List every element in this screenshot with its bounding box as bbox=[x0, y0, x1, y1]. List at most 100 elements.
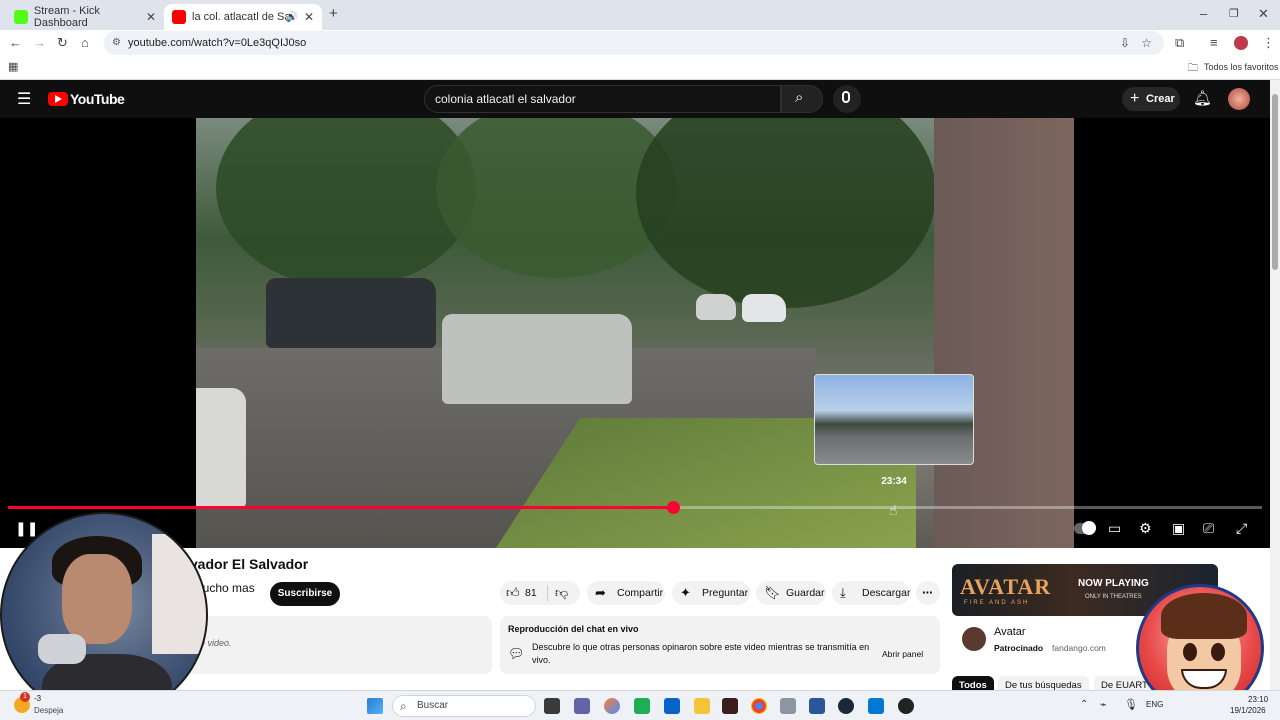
address-bar[interactable]: ⚙ youtube.com/watch?v=0Le3qQIJ0so ⇩ ☆ bbox=[104, 31, 1164, 55]
open-chat-panel-button[interactable]: Abrir panel bbox=[882, 649, 923, 659]
new-tab-icon[interactable]: + bbox=[329, 0, 338, 28]
copilot-icon[interactable] bbox=[604, 698, 620, 714]
minimize-window-icon[interactable]: – bbox=[1200, 0, 1207, 28]
windows-start-icon[interactable] bbox=[367, 698, 383, 714]
youtube-logo-icon[interactable] bbox=[48, 92, 68, 106]
install-app-icon[interactable]: ⇩ bbox=[1120, 31, 1130, 55]
progress-scrubber-handle[interactable] bbox=[666, 501, 680, 514]
browser-menu-icon[interactable]: ⋮ bbox=[1262, 30, 1275, 56]
forward-icon[interactable]: → bbox=[33, 30, 46, 56]
clock-date[interactable]: 19/1/2026 bbox=[1230, 706, 1266, 715]
restore-window-icon[interactable]: ❐ bbox=[1229, 0, 1239, 28]
download-button[interactable]: ⤓ Descargar bbox=[832, 581, 910, 605]
steam-icon[interactable] bbox=[838, 698, 854, 714]
ad-name[interactable]: Avatar bbox=[994, 626, 1026, 638]
create-button[interactable]: + Crear bbox=[1122, 87, 1180, 111]
share-button[interactable]: ➦ Compartir bbox=[587, 581, 665, 605]
reading-list-icon[interactable]: ≡ bbox=[1210, 30, 1218, 56]
back-icon[interactable]: ← bbox=[9, 30, 22, 56]
clock-time[interactable]: 23:10 bbox=[1248, 695, 1268, 704]
cast-icon[interactable]: ⎚ bbox=[1203, 519, 1214, 537]
network-icon[interactable]: ⌁ bbox=[1100, 698, 1107, 711]
subtitles-icon[interactable]: ▭ bbox=[1108, 519, 1121, 537]
all-bookmarks-link[interactable]: Todos los favoritos bbox=[1204, 62, 1279, 72]
search-button[interactable]: ⌕ bbox=[781, 85, 823, 113]
tab-youtube-video[interactable]: la col. atlacatl de San Salva 🔊 ✕ bbox=[164, 4, 322, 30]
ask-button[interactable]: ✦ Preguntar bbox=[672, 581, 750, 605]
subscribe-button[interactable]: Suscribirse bbox=[270, 582, 340, 606]
apps-grid-icon[interactable]: ▦ bbox=[8, 56, 18, 78]
page-scrollbar[interactable] bbox=[1270, 80, 1280, 690]
video-frame[interactable] bbox=[196, 118, 1074, 548]
share-label: Compartir bbox=[617, 587, 664, 599]
media-app-icon[interactable] bbox=[722, 698, 738, 714]
microphone-icon bbox=[842, 91, 850, 103]
tray-overflow-icon[interactable]: ⌃ bbox=[1080, 699, 1088, 710]
tab-title: la col. atlacatl de San Salva bbox=[192, 11, 292, 23]
camera-icon[interactable] bbox=[780, 698, 796, 714]
description-box[interactable]: e video. bbox=[186, 616, 492, 674]
distant-car bbox=[742, 294, 786, 322]
divider bbox=[547, 585, 548, 601]
close-tab-icon[interactable]: ✕ bbox=[304, 10, 314, 24]
settings-gear-icon[interactable]: ⚙ bbox=[1139, 519, 1152, 537]
more-actions-button[interactable]: ⋯ bbox=[916, 581, 940, 605]
word-icon[interactable] bbox=[809, 698, 825, 714]
reload-icon[interactable]: ↻ bbox=[57, 30, 68, 56]
folder-icon: 🗀 bbox=[1188, 63, 1198, 74]
home-icon[interactable]: ⌂ bbox=[81, 30, 89, 56]
chat-bubble-icon: 💬︎ bbox=[508, 646, 525, 661]
close-tab-icon[interactable]: ✕ bbox=[146, 10, 156, 24]
background-wall bbox=[152, 534, 206, 654]
live-chat-replay-panel: Reproducción del chat en vivo 💬︎ Descubr… bbox=[500, 616, 940, 674]
save-button[interactable]: 🔖︎ Guardar bbox=[756, 581, 826, 605]
miniplayer-icon[interactable]: ▣ bbox=[1172, 519, 1185, 537]
close-window-icon[interactable]: ✕ bbox=[1258, 0, 1269, 28]
voice-search-button[interactable] bbox=[833, 85, 861, 113]
kick-favicon-icon bbox=[14, 10, 28, 24]
fullscreen-icon[interactable]: ⤢ bbox=[1236, 519, 1247, 537]
like-button[interactable]: 👍︎ bbox=[506, 581, 520, 605]
autoplay-toggle[interactable] bbox=[1074, 521, 1096, 535]
video-player[interactable]: 23:34 ☝ ❚❚ ▭ ⚙ ▣ ⎚ ⤢ bbox=[0, 118, 1270, 548]
kick-app-icon[interactable] bbox=[634, 698, 650, 714]
wall bbox=[934, 118, 1074, 548]
input-language[interactable]: ENG bbox=[1146, 700, 1163, 709]
scrollbar-thumb[interactable] bbox=[1272, 94, 1278, 270]
like-count: 81 bbox=[525, 587, 537, 599]
youtube-logo-text[interactable]: YouTube bbox=[70, 91, 125, 107]
task-view-icon[interactable] bbox=[544, 698, 560, 714]
notifications-bell-icon[interactable]: 🔔︎ bbox=[1193, 89, 1212, 107]
profile-avatar-icon[interactable] bbox=[1234, 36, 1248, 50]
account-avatar[interactable] bbox=[1228, 88, 1250, 110]
mascot-left-eye bbox=[1183, 643, 1197, 661]
store-icon[interactable] bbox=[868, 698, 884, 714]
search-icon: ⌕ bbox=[795, 89, 804, 106]
scrub-preview-thumbnail bbox=[814, 374, 974, 465]
tab-kick-dashboard[interactable]: Stream - Kick Dashboard ✕ bbox=[6, 4, 164, 30]
like-dislike-group: 👍︎ 81 👎︎ bbox=[500, 581, 580, 605]
audio-playing-icon[interactable]: 🔊 bbox=[286, 12, 298, 23]
microphone-tray-icon[interactable]: 🎙︎ bbox=[1124, 698, 1138, 711]
download-label: Descargar bbox=[862, 587, 911, 599]
taskbar-search[interactable]: ⌕ Buscar bbox=[392, 695, 536, 717]
weather-alert-badge: 1 bbox=[20, 692, 30, 702]
chrome-icon[interactable] bbox=[751, 698, 767, 714]
file-explorer-icon[interactable] bbox=[694, 698, 710, 714]
obs-icon[interactable] bbox=[898, 698, 914, 714]
teams-icon[interactable] bbox=[574, 698, 590, 714]
progress-bar[interactable] bbox=[8, 501, 1262, 514]
taskbar-search-placeholder: Buscar bbox=[417, 700, 449, 711]
search-input[interactable]: colonia atlacatl el salvador bbox=[424, 85, 781, 113]
bookmark-star-icon[interactable]: ☆ bbox=[1141, 31, 1152, 55]
save-label: Guardar bbox=[786, 587, 825, 599]
ad-domain: fandango.com bbox=[1052, 643, 1106, 653]
extensions-icon[interactable]: ⧉ bbox=[1175, 30, 1184, 56]
dislike-button[interactable]: 👎︎ bbox=[555, 581, 568, 605]
pause-icon[interactable]: ❚❚ bbox=[15, 519, 38, 537]
outlook-icon[interactable] bbox=[664, 698, 680, 714]
ad-banner-subtitle: FIRE AND ASH bbox=[964, 600, 1030, 606]
youtube-favicon-icon bbox=[172, 10, 186, 24]
site-info-icon[interactable]: ⚙ bbox=[112, 31, 121, 55]
hamburger-menu-icon[interactable]: ☰ bbox=[17, 89, 31, 109]
